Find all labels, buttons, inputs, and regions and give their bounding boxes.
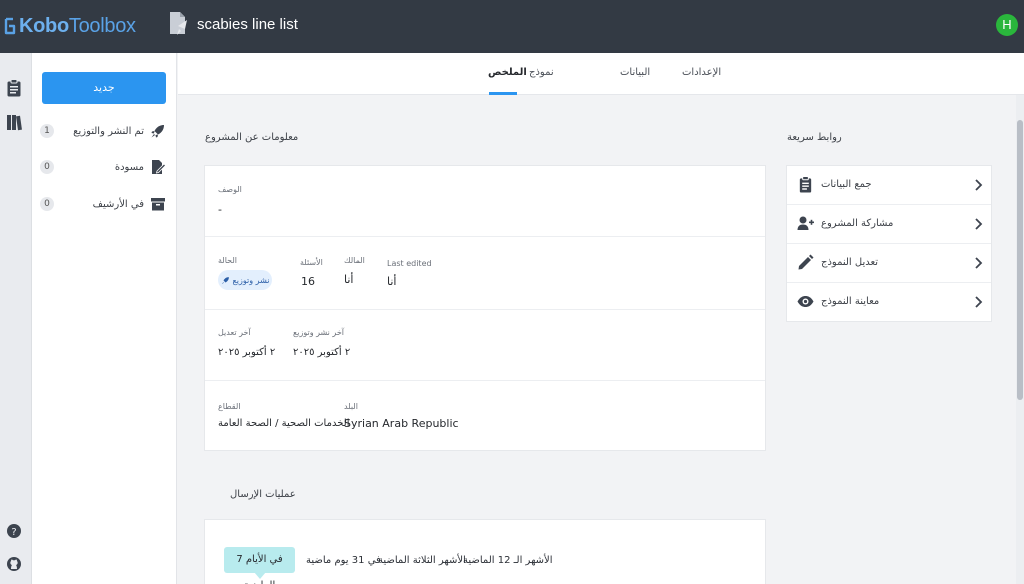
projects-clipboard-icon[interactable] — [6, 79, 22, 97]
last-edited-label: Last edited — [387, 259, 432, 268]
help-icon[interactable]: ? — [6, 522, 22, 540]
deployed-count-badge: 1 — [40, 124, 54, 138]
top-navigation-bar: KoboToolbox scabies line list H — [0, 0, 1024, 53]
period-3-months-button[interactable]: الأشهر الثلاثة الماضية — [378, 555, 466, 566]
divider — [205, 380, 765, 381]
sidebar-item-label: مسودة — [114, 161, 144, 173]
new-project-button[interactable]: جديد — [42, 72, 166, 104]
quick-link-label: تعديل النموذج — [821, 257, 879, 268]
sidebar-item-archived[interactable]: 0 في الأرشيف — [40, 194, 166, 214]
draft-icon — [152, 160, 166, 174]
form-deployed-icon — [170, 12, 187, 35]
quick-links-heading: روابط سريعة — [787, 132, 842, 143]
kobotoolbox-logo[interactable]: KoboToolbox — [4, 14, 136, 38]
questions-value: 16 — [301, 275, 315, 288]
tab-form[interactable]: نموذج — [529, 67, 554, 78]
draft-count-badge: 0 — [40, 160, 54, 174]
pencil-icon — [798, 254, 814, 270]
status-label: الحالة — [218, 256, 237, 265]
projects-sidebar: جديد 1 تم النشر والتوزيع 0 مسودة 0 في ال… — [32, 53, 177, 584]
last-modified-label: آخر تعديل — [218, 328, 251, 337]
project-title[interactable]: scabies line list — [197, 16, 298, 33]
tab-data[interactable]: البيانات — [620, 67, 650, 78]
scrollbar-thumb[interactable] — [1017, 120, 1023, 400]
quick-link-label: معاينة النموذج — [821, 296, 880, 307]
quick-link-preview-form[interactable]: معاينة النموذج — [787, 283, 991, 322]
quick-link-edit-form[interactable]: تعديل النموذج — [787, 244, 991, 283]
clipboard-icon — [799, 176, 812, 193]
eye-icon — [797, 296, 814, 307]
project-info-card — [204, 165, 766, 451]
description-value: - — [218, 203, 222, 216]
add-user-icon — [797, 216, 814, 230]
archived-count-badge: 0 — [40, 197, 54, 211]
country-label: البلد — [344, 402, 358, 411]
quick-link-collect-data[interactable]: جمع البيانات — [787, 166, 991, 205]
period-7-days-button[interactable]: في الأيام 7 الماضية — [224, 547, 295, 584]
sector-label: القطاع — [218, 402, 241, 411]
user-avatar[interactable]: H — [996, 14, 1018, 36]
sidebar-item-label: في الأرشيف — [92, 198, 144, 210]
period-12-months-button[interactable]: الأشهر الـ 12 الماضية — [463, 555, 553, 566]
country-value: Syrian Arab Republic — [344, 417, 459, 430]
last-modified-value: ٢ أكتوبر ٢٠٢٥ — [218, 347, 276, 358]
chevron-right-icon — [975, 179, 983, 191]
chevron-right-icon — [975, 257, 983, 269]
chevron-right-icon — [975, 218, 983, 230]
logo-text: KoboToolbox — [19, 14, 136, 37]
quick-link-label: جمع البيانات — [821, 179, 872, 190]
github-icon[interactable] — [6, 555, 22, 573]
archive-icon — [151, 198, 165, 211]
sidebar-item-deployed[interactable]: 1 تم النشر والتوزيع — [40, 121, 166, 141]
project-info-heading: معلومات عن المشروع — [205, 132, 299, 143]
last-deployed-value: ٢ أكتوبر ٢٠٢٥ — [293, 347, 351, 358]
svg-text:?: ? — [11, 527, 16, 538]
owner-label: المالك — [344, 256, 365, 265]
quick-link-label: مشاركة المشروع — [821, 218, 894, 229]
rocket-icon — [221, 276, 229, 284]
sector-value: الخدمات الصحية / الصحة العامة — [218, 418, 350, 429]
divider — [205, 236, 765, 237]
period-31-days-button[interactable]: في 31 يوم ماضية — [306, 555, 381, 566]
sidebar-item-label: تم النشر والتوزيع — [73, 125, 144, 137]
submissions-heading: عمليات الإرسال — [230, 489, 296, 500]
active-period-pointer — [254, 572, 266, 579]
sidebar-item-draft[interactable]: 0 مسودة — [40, 157, 166, 177]
tab-summary[interactable]: الملخص — [488, 67, 527, 78]
library-icon[interactable] — [6, 113, 22, 131]
tab-settings[interactable]: الإعدادات — [682, 67, 721, 78]
status-badge: نشر وتوزيع — [218, 270, 272, 290]
rocket-icon — [151, 125, 164, 138]
active-tab-indicator — [489, 92, 517, 95]
quick-links-card: جمع البيانات مشاركة المشروع تعديل النموذ… — [786, 165, 992, 322]
owner-value: أنا — [344, 273, 354, 286]
status-value: نشر وتوزيع — [232, 275, 270, 285]
quick-link-share-project[interactable]: مشاركة المشروع — [787, 205, 991, 244]
divider — [205, 309, 765, 310]
description-label: الوصف — [218, 185, 242, 194]
questions-label: الأسئلة — [300, 258, 323, 267]
last-edited-value: أنا — [387, 275, 397, 288]
kobo-logo-icon — [4, 17, 16, 35]
icon-rail: ? — [0, 53, 32, 584]
chevron-right-icon — [975, 296, 983, 308]
project-tabs: الملخص نموذج البيانات الإعدادات — [178, 53, 1024, 95]
last-deployed-label: آخر نشر وتوزيع — [293, 328, 345, 337]
